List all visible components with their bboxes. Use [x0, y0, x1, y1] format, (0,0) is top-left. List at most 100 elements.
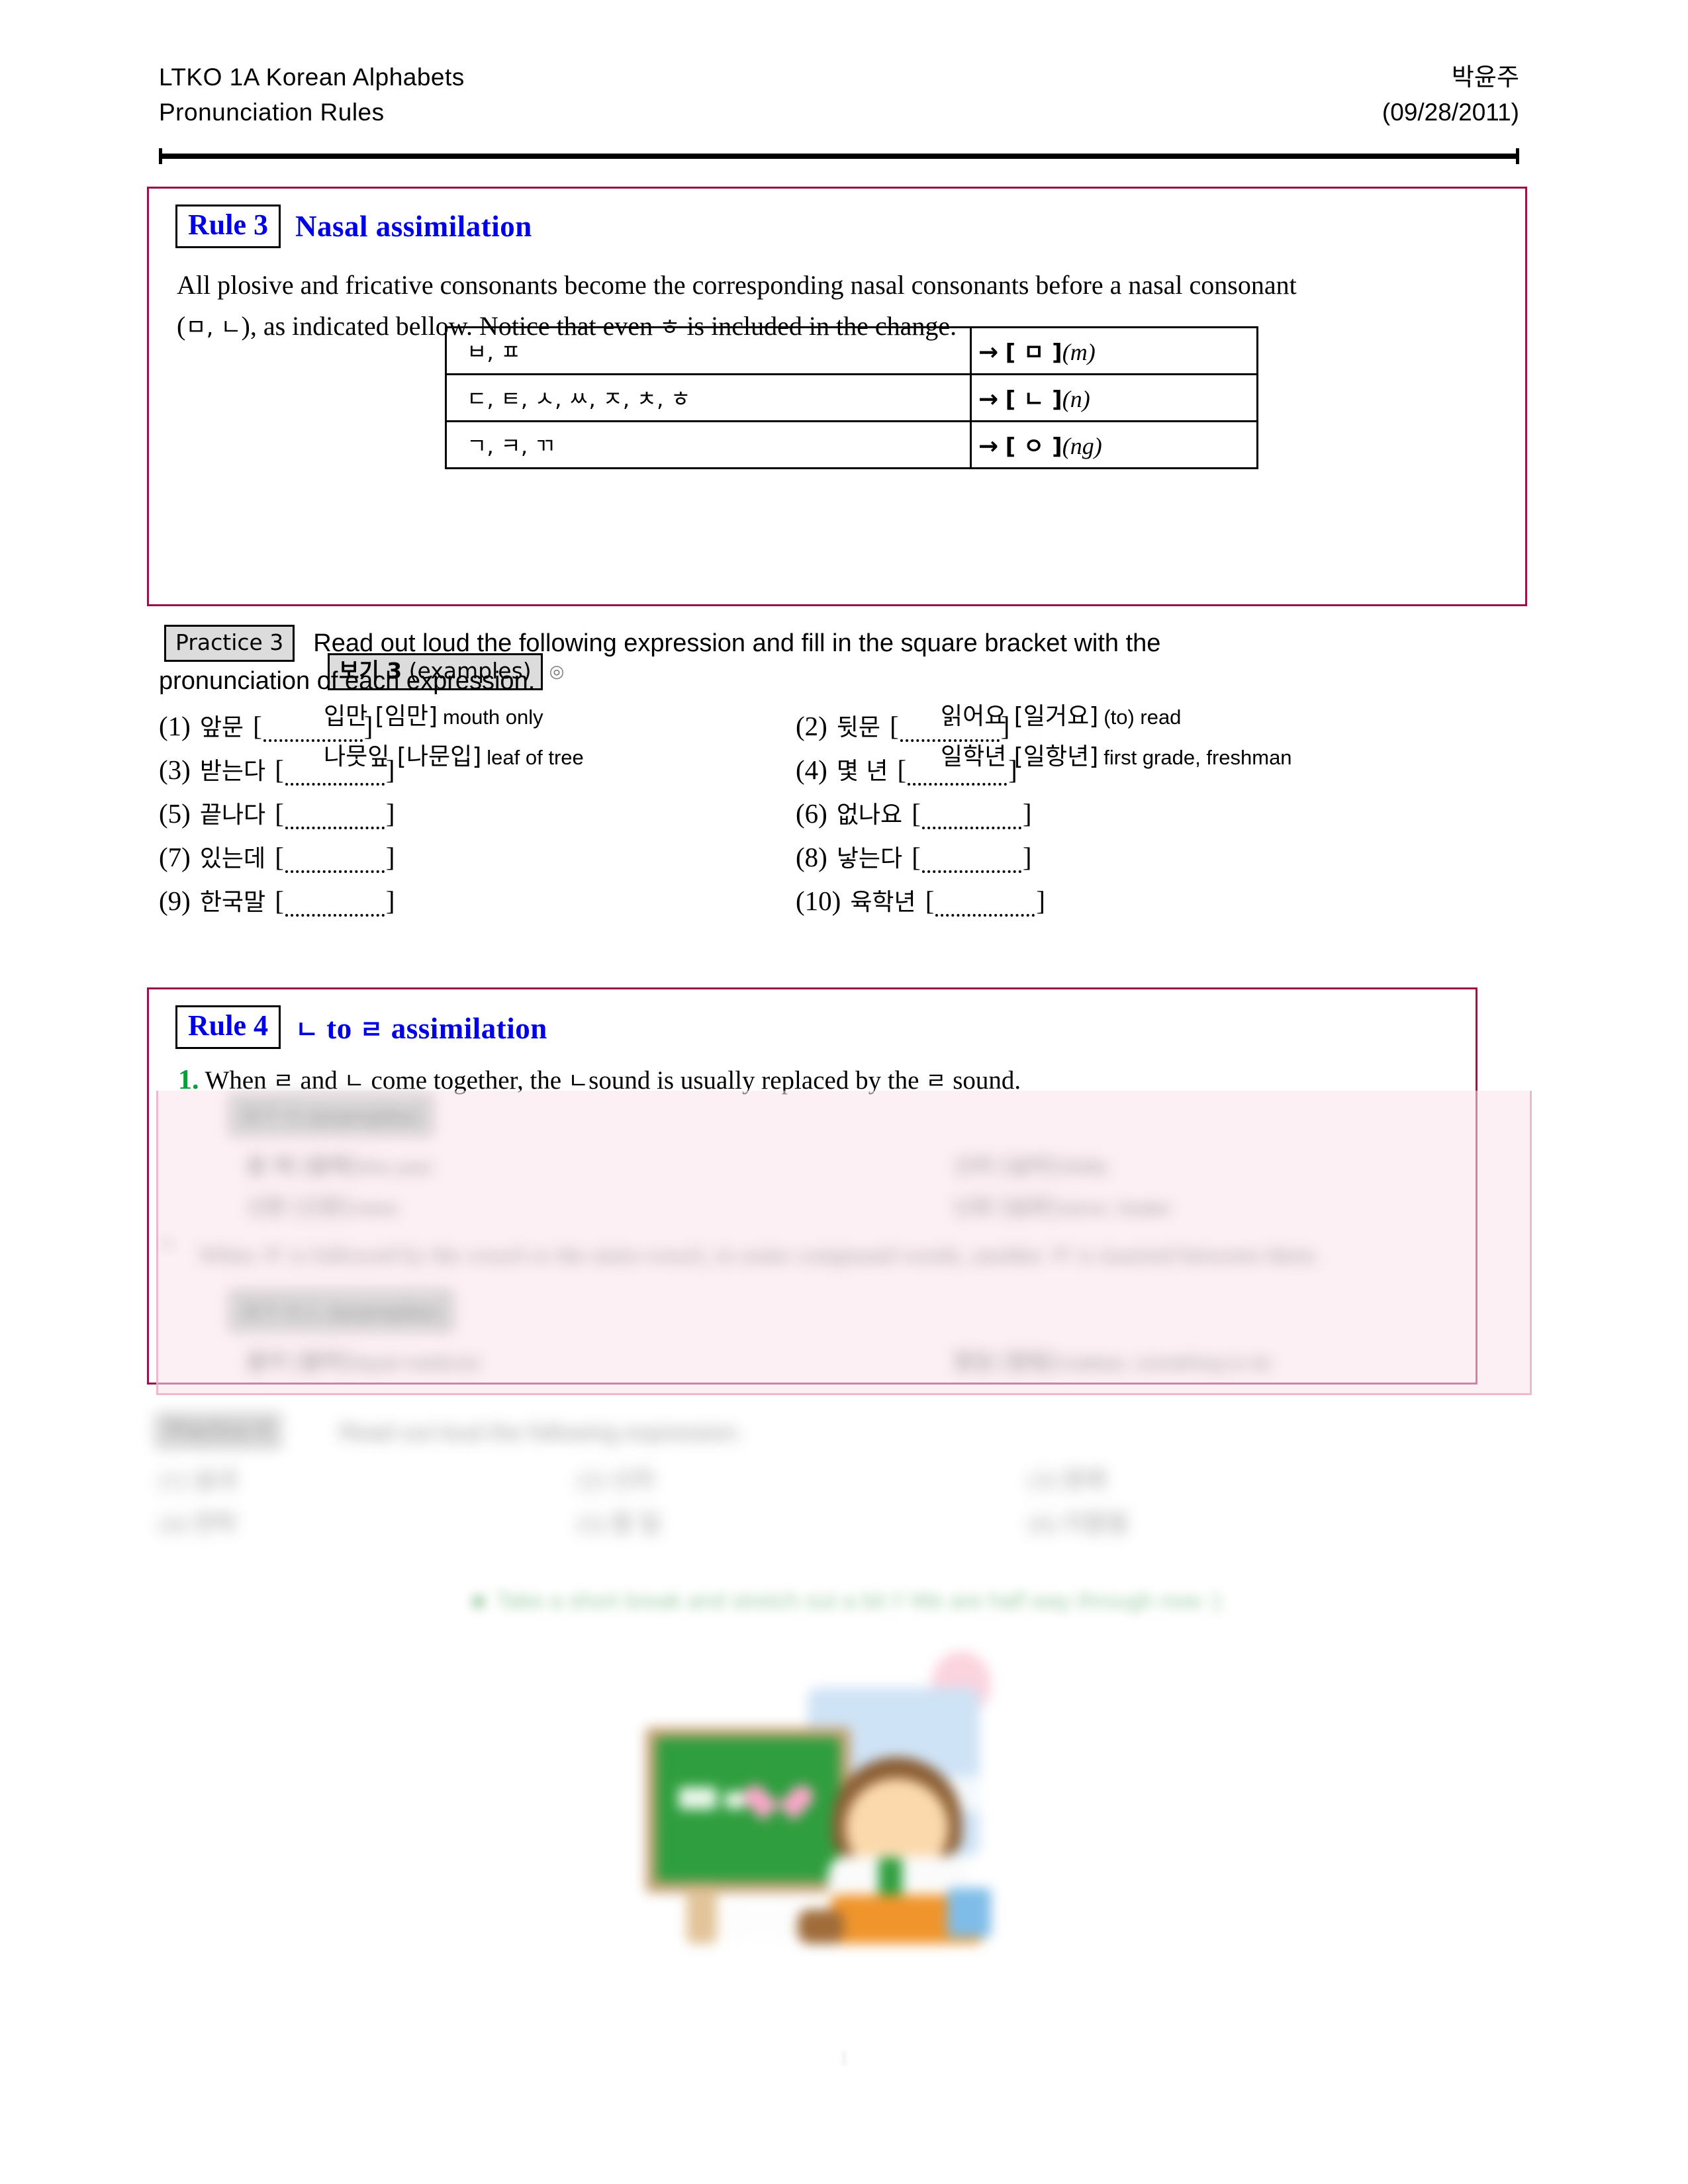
answer-blank[interactable]: []: [275, 841, 395, 873]
rule-4-tag: Rule 4: [175, 1005, 281, 1049]
bracket-open: [: [925, 886, 935, 916]
bracket-open: [: [912, 842, 921, 872]
chalkboard-surface: [656, 1737, 840, 1882]
item-word: 한국말: [199, 889, 266, 916]
table-cell-result: → [ ㄴ ](n): [970, 373, 1258, 422]
blank-line[interactable]: [908, 760, 1008, 786]
item-word: 낳는다: [836, 845, 903, 872]
answer-blank[interactable]: []: [912, 841, 1032, 873]
rule-3-tag: Rule 3: [175, 205, 281, 248]
blank-line[interactable]: [263, 717, 363, 742]
answer-blank[interactable]: []: [275, 797, 395, 829]
item-word: 지할철: [1062, 1510, 1129, 1537]
result-romanization: (n): [1062, 385, 1090, 412]
page-number: 1: [839, 2048, 849, 2069]
header-course-info: LTKO 1A Korean Alphabets Pronunciation R…: [159, 60, 465, 130]
header-author-name: 박윤주: [1451, 64, 1519, 91]
bracket-close: ]: [1008, 754, 1017, 785]
answer-blank[interactable]: []: [253, 710, 373, 742]
bracket-open: [: [890, 711, 899, 741]
chalk-writing-mark: [725, 1792, 745, 1809]
item-number: (7): [159, 842, 191, 872]
header-date: (09/28/2011): [1382, 99, 1519, 126]
heart-icon: [757, 1770, 800, 1811]
blank-line[interactable]: [935, 891, 1035, 917]
item-number: (2): [577, 1467, 605, 1493]
blank-line[interactable]: [285, 760, 385, 786]
blank-line[interactable]: [285, 804, 385, 829]
practice-4-item: (1) 실내: [159, 1461, 236, 1495]
blank-line[interactable]: [900, 717, 1000, 742]
item-number: (1): [159, 1467, 187, 1493]
rule-3-desc-part1: All plosive and fricative consonants bec…: [177, 270, 1297, 300]
table-cell-result: → [ ㅇ ](ng): [970, 420, 1258, 469]
practice-item: (6) 없나요 []: [796, 796, 1032, 830]
practice-4-item: (2) 신라: [577, 1461, 655, 1495]
arrow-icon: →: [978, 385, 999, 413]
item-word: 신라: [610, 1467, 655, 1493]
answer-blank[interactable]: []: [898, 754, 1017, 786]
practice-3-row: (7) 있는데 [] (8) 낳는다 []: [159, 839, 1483, 883]
bracket-open: [: [275, 886, 284, 916]
bracket-close: ]: [385, 886, 395, 916]
rule-3-nasal-consonants: ㅁ, ㄴ: [185, 314, 242, 341]
rule-3-title: Nasal assimilation: [295, 210, 532, 243]
item-number: (1): [159, 711, 191, 741]
item-number: (6): [1029, 1510, 1056, 1537]
rule-4-heading: Rule 4 ㄴ to ㄹ assimilation: [175, 1005, 547, 1049]
bracket-close: ]: [363, 711, 373, 741]
item-number: (5): [577, 1510, 605, 1537]
practice-item: (1) 앞문 []: [159, 708, 373, 743]
rule-4-title: ㄴ to ㄹ assimilation: [295, 1012, 547, 1045]
practice-item: (9) 한국말 []: [159, 883, 395, 917]
book-shape: [947, 1888, 991, 1937]
item-word: 끝나다: [199, 801, 266, 829]
arrow-icon: →: [978, 432, 999, 460]
result-consonant: [ ㅁ ]: [1005, 339, 1062, 366]
easel-leg: [686, 1888, 717, 1944]
item-number: (3): [159, 754, 191, 785]
practice-item: (3) 받는다 []: [159, 752, 395, 786]
item-word: 받는다: [199, 758, 266, 785]
bracket-close: ]: [1022, 842, 1032, 872]
answer-blank[interactable]: []: [925, 885, 1045, 917]
blank-line[interactable]: [921, 804, 1021, 829]
rule-4-title-nieun: ㄴ: [295, 1015, 319, 1044]
rule-4-lower-overlay: [156, 1091, 1532, 1395]
item-number: (6): [796, 798, 827, 829]
item-word: 원래: [1062, 1467, 1107, 1493]
break-note: ☻ Take a short break and stretch out a b…: [466, 1588, 1222, 1614]
result-romanization: (ng): [1062, 432, 1102, 459]
answer-blank[interactable]: []: [275, 885, 395, 917]
rule-4-title-rieul: ㄹ: [359, 1015, 383, 1044]
rule-3-desc-paren-open: (: [177, 311, 186, 341]
answer-blank[interactable]: []: [912, 797, 1032, 829]
practice-item: (4) 몇 년 []: [796, 752, 1017, 786]
bracket-open: [: [912, 798, 921, 829]
header-divider: [159, 148, 1519, 164]
item-word: 뒷문: [836, 714, 881, 741]
rule-4-title-word: assimilation: [391, 1011, 547, 1045]
table-cell-sources: ㄱ, ㅋ, ㄲ: [445, 420, 972, 469]
practice-4-tag: Practice 4: [156, 1414, 281, 1447]
student-at-chalkboard-clipart: [632, 1625, 1003, 1944]
item-word: 있는데: [199, 845, 266, 872]
practice-4-instruction: Read out loud the following expression.: [339, 1420, 743, 1445]
item-word: 할 일: [610, 1510, 661, 1537]
document-page: LTKO 1A Korean Alphabets Pronunciation R…: [0, 0, 1688, 2184]
practice-3-instruction-line2: pronunciation of each expression.: [159, 667, 536, 695]
answer-blank[interactable]: []: [890, 710, 1009, 742]
blank-line[interactable]: [285, 891, 385, 917]
circle-marker-icon: ◎: [549, 662, 565, 682]
answer-blank[interactable]: []: [275, 754, 395, 786]
header-author-info: 박윤주 (09/28/2011): [1382, 60, 1519, 130]
practice-item: (2) 뒷문 []: [796, 708, 1009, 743]
item-word: 없나요: [836, 801, 903, 829]
header-subject: Pronunciation Rules: [159, 99, 385, 126]
practice-3-row: (1) 앞문 [] (2) 뒷문 []: [159, 708, 1483, 752]
bracket-close: ]: [385, 754, 395, 785]
blank-line[interactable]: [285, 848, 385, 873]
practice-3-tag: Practice 3: [164, 625, 295, 662]
blank-line[interactable]: [921, 848, 1021, 873]
result-romanization: (m): [1062, 338, 1096, 365]
